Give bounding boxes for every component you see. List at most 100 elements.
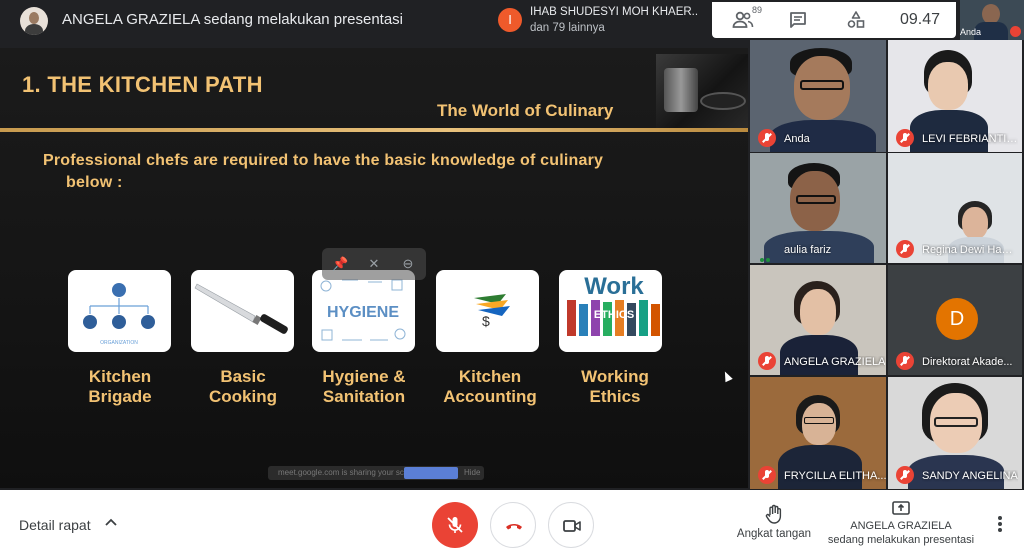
meeting-details-button[interactable]: Detail rapat [19,517,91,533]
knife-image [194,283,288,334]
notification-line2: dan 79 lainnya [530,22,605,34]
mic-off-icon [896,352,914,370]
participant-name: Regina Dewi Hani... [922,244,1018,256]
card-basic-cooking [191,270,294,352]
card-label-kitchen-accounting: Kitchen Accounting [443,367,537,406]
participant-tile[interactable]: Anda [750,40,886,152]
camera-toggle-button[interactable] [548,502,594,548]
slide-title: 1. THE KITCHEN PATH [22,72,263,97]
participant-grid: Anda LEVI FEBRIANTI ... aulia fariz Regi… [748,40,1024,490]
people-icon [732,11,754,28]
microphone-toggle-button[interactable] [432,502,478,548]
more-options-icon[interactable] [994,516,1006,534]
org-chart-image: ORGANIZATION [83,283,155,346]
chat-icon [790,12,806,28]
speaking-indicator [760,249,776,262]
work-ethics-image: Work ETHICS [567,273,660,336]
screen-share-notice: meet.google.com is sharing your screen. … [268,466,484,480]
slide-subtitle: The World of Culinary [437,101,614,120]
activities-button[interactable] [846,8,866,32]
card-label-basic-cooking: Basic Cooking [209,367,277,406]
top-bar: ANGELA GRAZIELA sedang melakukan present… [0,0,1024,40]
meeting-toolbox: 89 09.47 [712,2,956,38]
hygiene-word: HYGIENE [327,304,399,321]
participants-count: 89 [752,5,763,15]
card-label-working-ethics: Working Ethics [581,367,649,406]
card-kitchen-accounting: $ [436,270,539,352]
participant-name: ANGELA GRAZIELA [784,356,886,368]
presenting-title: ANGELA GRAZIELA sedang melakukan present… [62,11,404,28]
hand-icon [765,504,782,524]
card-kitchen-brigade: ORGANIZATION [68,270,171,352]
slide-intro-line2: below : [66,174,123,191]
pin-icon[interactable]: 📌 [332,256,348,272]
bottom-control-bar: Detail rapat Angkat tangan ANGELA GRAZIE… [0,490,1024,560]
participant-name: aulia fariz [784,244,832,256]
participant-avatar: D [936,298,978,340]
participant-tile[interactable]: FRYCILLA ELITHA... [750,377,886,489]
notification-line1: IHAB SHUDESYI MOH KHAER... [530,6,698,18]
camera-icon [563,520,581,532]
glasses [796,195,836,204]
kitchen-photo [656,54,748,132]
presentation-slide: 1. THE KITCHEN PATH The World of Culinar… [0,48,748,488]
slide-intro-line1: Professional chefs are required to have … [43,152,604,169]
org-chart-caption: ORGANIZATION [100,340,138,346]
hide-share-notice[interactable]: Hide [464,468,480,477]
card-label-hygiene-sanitation: Hygiene & Sanitation [322,367,406,406]
participant-tile[interactable]: aulia fariz [750,153,886,263]
stop-sharing-button[interactable] [404,467,458,479]
mic-off-icon [447,517,463,533]
svg-text:$: $ [482,313,490,329]
mic-off-icon [758,466,776,484]
self-view-thumbnail[interactable]: Anda [960,0,1024,40]
tile-hover-controls: 📌 ✕ ⊖ [322,248,426,280]
self-view-label: Anda [960,27,982,37]
raise-hand-button[interactable]: Angkat tangan [726,504,822,548]
participant-tile[interactable]: ANGELA GRAZIELA [750,265,886,375]
meeting-clock: 09.47 [900,11,941,28]
glasses [934,417,978,427]
slide-intro: Professional chefs are required to have … [43,150,683,194]
mic-off-icon [1010,26,1021,37]
slide-divider [0,128,748,132]
glasses [804,417,834,424]
card-hygiene-sanitation: HYGIENE [312,270,415,352]
accounting-logo-image: $ [474,294,510,329]
presenting-status-line2: sedang melakukan presentasi [827,534,975,546]
chat-button[interactable] [788,8,808,32]
presenting-status-line1: ANGELA GRAZIELA [850,520,952,532]
participant-name: Anda [784,133,810,145]
remove-icon[interactable]: ⊖ [400,256,416,272]
participant-tile[interactable]: LEVI FEBRIANTI ... [888,40,1022,152]
participant-name: FRYCILLA ELITHA... [784,470,886,482]
mic-off-icon [896,466,914,484]
mic-off-icon [758,352,776,370]
presenting-status-button[interactable]: ANGELA GRAZIELA sedang melakukan present… [826,498,976,550]
share-notice-text: meet.google.com is sharing your screen. [278,468,423,477]
glasses [800,80,844,90]
participant-tile[interactable]: Regina Dewi Hani... [888,153,1022,263]
leave-call-button[interactable] [490,502,536,548]
mute-icon[interactable]: ✕ [366,256,382,272]
raise-hand-label: Angkat tangan [736,528,812,540]
join-notification[interactable]: I IHAB SHUDESYI MOH KHAER... dan 79 lain… [490,0,704,40]
people-button[interactable]: 89 [732,5,762,32]
presenter-avatar [20,7,48,35]
notification-avatar: I [498,8,522,32]
hang-up-icon [506,524,522,530]
mic-off-icon [896,240,914,258]
work-ethics-word-1: Work [584,273,644,300]
participant-name: LEVI FEBRIANTI ... [922,133,1018,145]
card-working-ethics: Work ETHICS [559,270,662,352]
shapes-icon [847,11,865,28]
present-screen-icon [892,501,910,515]
card-label-kitchen-brigade: Kitchen Brigade [88,367,152,406]
participant-tile[interactable]: SANDY ANGELINA [888,377,1022,489]
chevron-up-icon[interactable] [104,515,118,529]
hygiene-image: HYGIENE [320,279,406,341]
topic-cards: ORGANIZATION Kitchen Brigade Basic Cooki… [0,270,748,420]
work-ethics-word-2: ETHICS [594,309,634,321]
participant-name: SANDY ANGELINA [922,470,1018,482]
mic-off-icon [758,129,776,147]
